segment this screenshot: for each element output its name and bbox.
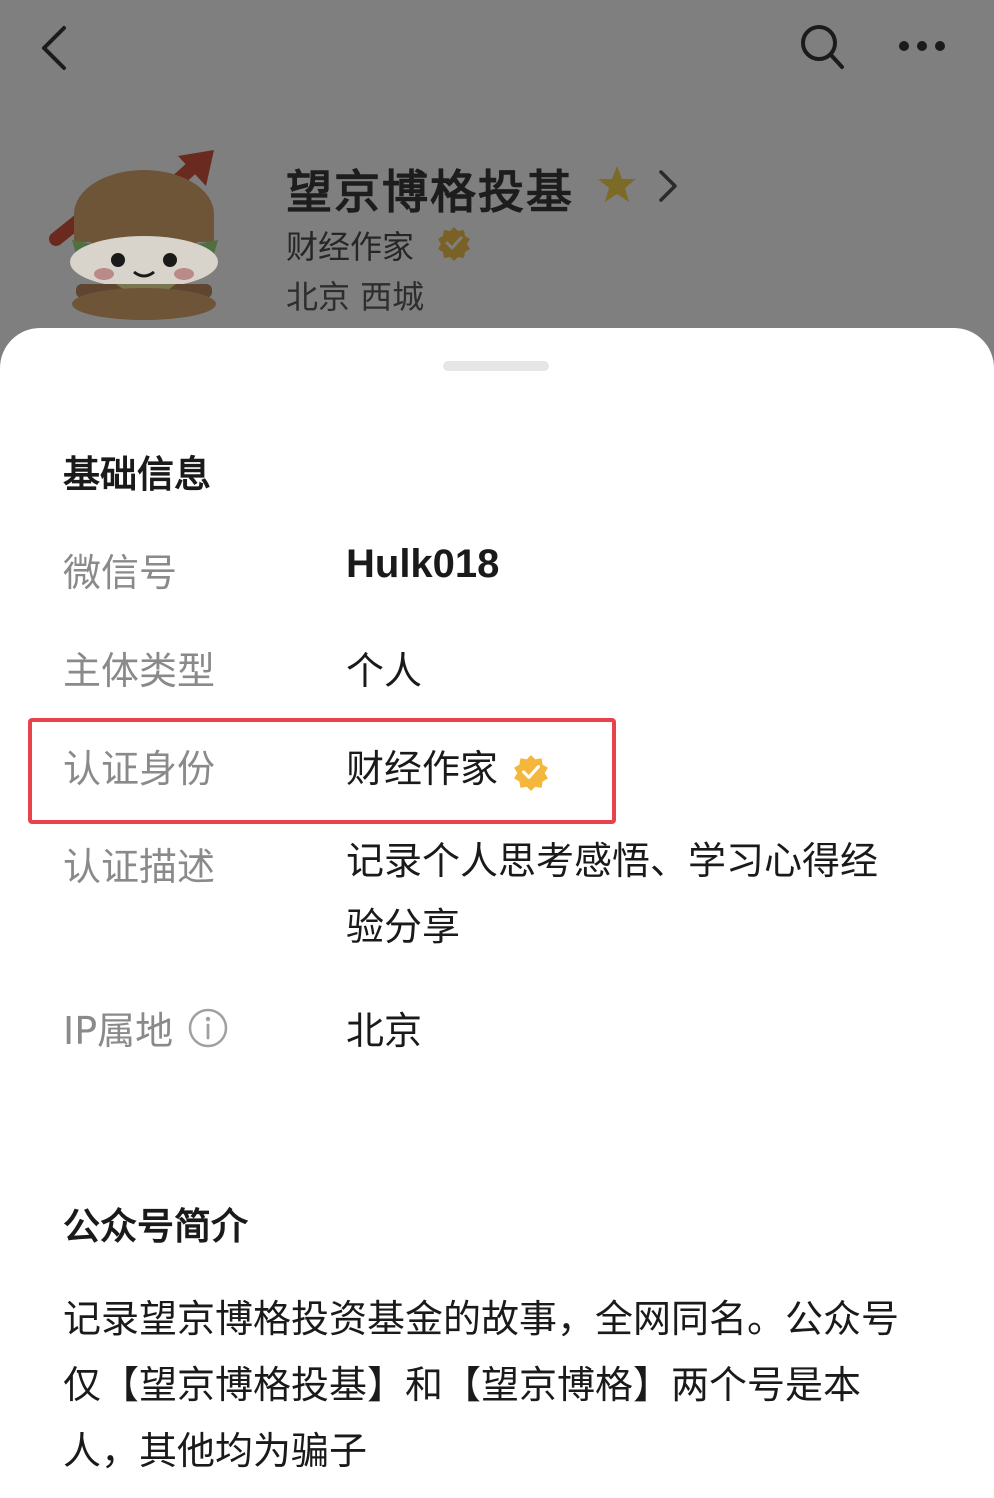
entity-type-label: 主体类型 bbox=[63, 649, 216, 693]
ip-location-label: IP属地 bbox=[63, 1009, 174, 1053]
more-icon[interactable] bbox=[898, 38, 946, 54]
account-name[interactable]: 望京博格投基 bbox=[286, 156, 574, 222]
star-icon bbox=[598, 166, 636, 202]
wechat-id-value: Hulk018 bbox=[346, 542, 500, 586]
verification-desc-label: 认证描述 bbox=[63, 845, 216, 889]
wechat-id-label: 微信号 bbox=[63, 551, 178, 595]
profile-location: 北京 西城 bbox=[286, 278, 425, 316]
intro-title: 公众号简介 bbox=[63, 1205, 248, 1248]
search-icon[interactable] bbox=[798, 22, 846, 72]
highlight-annotation bbox=[28, 718, 616, 824]
verified-badge-icon bbox=[438, 227, 470, 261]
intro-text: 记录望京博格投资基金的故事，全网同名。公众号仅【望京博格投基】和【望京博格】两个… bbox=[63, 1297, 900, 1473]
entity-type-value: 个人 bbox=[346, 649, 423, 693]
drag-handle[interactable] bbox=[443, 361, 549, 371]
back-arrow-icon[interactable] bbox=[36, 24, 72, 72]
ip-location-value: 北京 bbox=[346, 1009, 423, 1053]
profile-role: 财经作家 bbox=[286, 228, 415, 266]
avatar[interactable] bbox=[46, 144, 236, 324]
basic-info-title: 基础信息 bbox=[63, 453, 211, 496]
ip-location-label-group: IP属地 bbox=[63, 1000, 229, 1053]
verification-desc-value: 记录个人思考感悟、学习心得经验分享 bbox=[346, 839, 879, 949]
chevron-right-icon[interactable] bbox=[656, 168, 680, 204]
info-icon[interactable] bbox=[187, 1007, 229, 1049]
